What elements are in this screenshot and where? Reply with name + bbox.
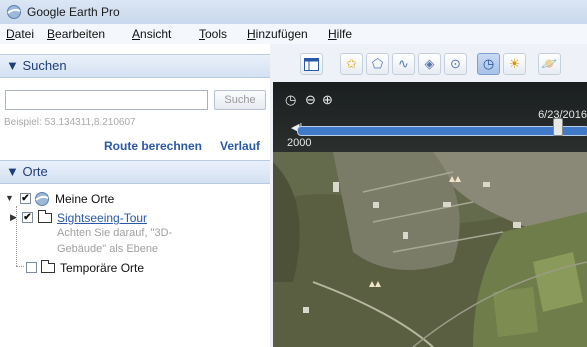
folder-icon <box>41 260 55 273</box>
main-toolbar: ✩ ⬠ ∿ ◈ ⊙ ◷ ☀ 🪐 <box>270 44 587 82</box>
record-tour-button[interactable]: ⊙ <box>444 53 467 75</box>
title-bar: Google Earth Pro <box>0 0 587 25</box>
sidebar-toggle-button[interactable] <box>300 53 323 75</box>
menu-hinzufuegen[interactable]: Hinzufügen <box>247 27 308 41</box>
history-link[interactable]: Verlauf <box>220 139 260 153</box>
menu-bearbeiten[interactable]: Bearbeiten <box>47 27 105 41</box>
checkbox-tour[interactable]: ✔ <box>22 212 33 223</box>
add-overlay-button[interactable]: ◈ <box>418 53 441 75</box>
folder-icon <box>38 210 52 223</box>
polygon-icon: ⬠ <box>371 56 384 71</box>
map-view[interactable]: ◷ ⊖ ⊕ ◀| 6/23/2016 2000 <box>273 82 587 347</box>
search-button[interactable]: Suche <box>214 90 266 110</box>
menu-bar: Datei Bearbeiten Ansicht Tools Hinzufüge… <box>0 24 587 44</box>
sidebar-panel: ▼ Suchen Suche Beispiel: 53.134311,8.210… <box>0 44 270 347</box>
checkbox-temp-places[interactable] <box>26 262 37 273</box>
menu-ansicht[interactable]: Ansicht <box>132 27 171 41</box>
overlay-icon: ◈ <box>424 56 435 71</box>
window-title: Google Earth Pro <box>27 5 120 19</box>
tree-guide-line <box>16 266 24 268</box>
add-placemark-button[interactable]: ✩ <box>340 53 363 75</box>
time-slider-track[interactable] <box>297 126 587 136</box>
google-earth-icon <box>35 192 49 206</box>
planet-switch-button[interactable]: 🪐 <box>538 53 561 75</box>
menu-datei[interactable]: Datei <box>6 27 34 41</box>
tour-note-line-1: Achten Sie darauf, "3D- <box>57 227 173 239</box>
historical-imagery-icon: ◷ <box>482 56 495 71</box>
tree-item-temp-places[interactable]: Temporäre Orte <box>60 261 144 277</box>
sun-icon: ☀ <box>508 56 521 71</box>
checkbox-my-places[interactable]: ✔ <box>20 193 31 204</box>
tree-item-sightseeing-tour[interactable]: Sightseeing-Tour <box>57 211 147 227</box>
route-link[interactable]: Route berechnen <box>104 139 202 153</box>
planet-icon: 🪐 <box>541 56 558 71</box>
timeline-date: 6/23/2016 <box>538 109 587 121</box>
search-example-text: Beispiel: 53.134311,8.210607 <box>4 117 136 128</box>
placemark-icon: ✩ <box>346 56 357 71</box>
timeline-start-year: 2000 <box>287 137 312 149</box>
menu-tools[interactable]: Tools <box>199 27 227 41</box>
places-section-header[interactable]: ▼ Orte <box>0 160 270 184</box>
tree-guide-line <box>16 206 18 266</box>
expand-triangle-icon[interactable]: ▼ <box>5 193 14 203</box>
zoom-out-icon[interactable]: ⊖ <box>305 92 316 108</box>
timeline-bar: ◷ ⊖ ⊕ ◀| 6/23/2016 2000 <box>273 82 587 152</box>
menu-hilfe[interactable]: Hilfe <box>328 27 352 41</box>
record-tour-icon: ⊙ <box>450 56 461 71</box>
add-path-button[interactable]: ∿ <box>392 53 415 75</box>
search-section-header[interactable]: ▼ Suchen <box>0 54 270 78</box>
path-icon: ∿ <box>398 56 409 71</box>
search-header-label: ▼ Suchen <box>6 58 67 73</box>
historical-imagery-button[interactable]: ◷ <box>477 53 500 75</box>
zoom-in-icon[interactable]: ⊕ <box>322 92 333 108</box>
places-header-label: ▼ Orte <box>6 164 48 179</box>
tree-item-my-places[interactable]: Meine Orte <box>55 192 114 208</box>
google-earth-icon <box>7 5 21 19</box>
clock-icon[interactable]: ◷ <box>285 92 296 108</box>
sidebar-toggle-icon <box>304 58 319 71</box>
add-polygon-button[interactable]: ⬠ <box>366 53 389 75</box>
tour-note-line-2: Gebäude" als Ebene <box>57 243 159 255</box>
search-input[interactable] <box>5 90 208 110</box>
sunlight-button[interactable]: ☀ <box>503 53 526 75</box>
